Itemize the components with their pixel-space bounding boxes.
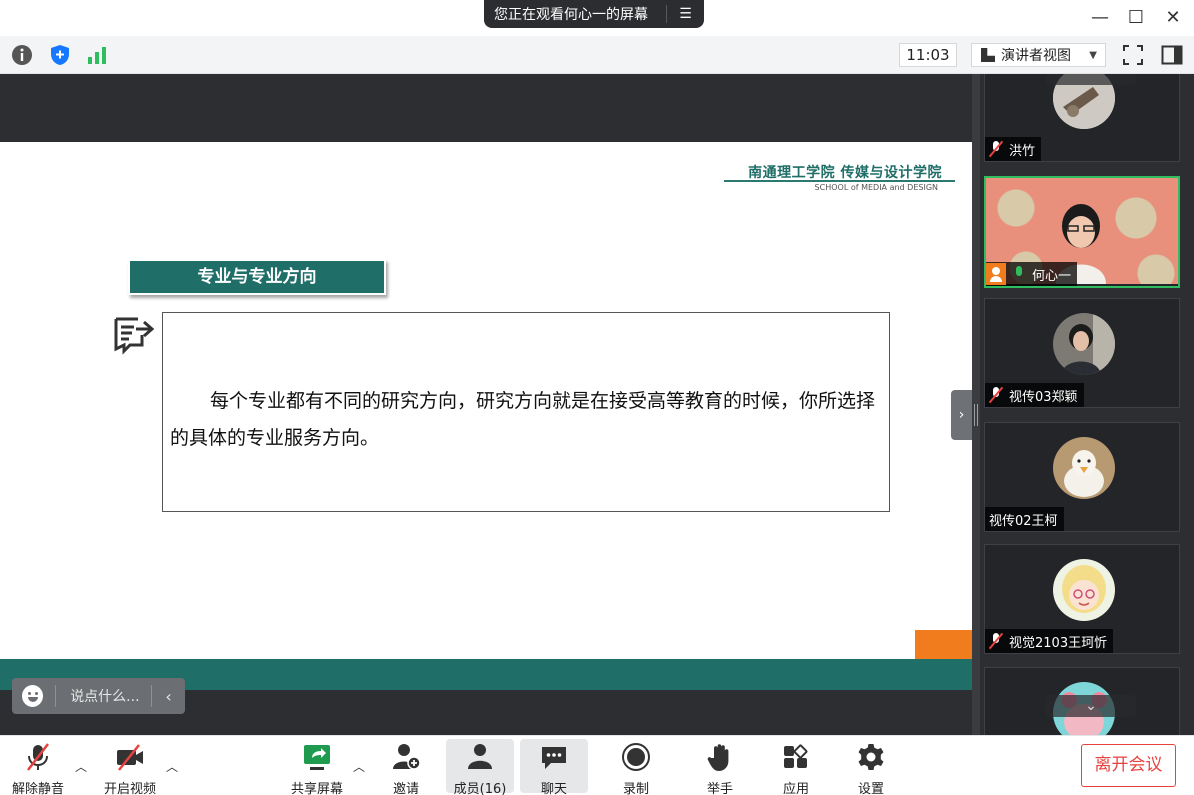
members-button[interactable]: 成员(16) <box>446 739 514 795</box>
gear-icon <box>858 744 884 770</box>
participant-name: 何心一 <box>1032 268 1072 284</box>
participant-tile-active[interactable]: 何心一 <box>984 176 1180 288</box>
share-screen-label: 共享屏幕 <box>290 782 343 795</box>
record-label: 录制 <box>622 782 649 795</box>
scroll-down-button[interactable]: ⌄ <box>1046 695 1136 717</box>
scroll-up-button[interactable]: ⌃ <box>1046 74 1136 85</box>
participant-name: 视觉2103王珂忻 <box>1009 635 1108 651</box>
avatar <box>1053 559 1115 621</box>
settings-label: 设置 <box>857 782 884 795</box>
raise-hand-label: 举手 <box>706 782 733 795</box>
school-english-name: SCHOOL of MEDIA and DESIGN <box>814 183 938 192</box>
start-video-button[interactable]: 开启视频 <box>98 736 162 795</box>
shared-screen-area: 南通理工学院 传媒与设计学院 SCHOOL of MEDIA and DESIG… <box>0 74 972 735</box>
chat-placeholder[interactable]: 说点什么... <box>70 686 151 706</box>
slide-heading: 专业与专业方向 <box>128 259 386 295</box>
video-options-caret-icon[interactable]: ︿ <box>166 758 178 775</box>
unmute-button[interactable]: 解除静音 <box>6 736 70 795</box>
share-screen-icon <box>304 745 330 770</box>
meeting-toolbar: 解除静音 ︿ 开启视频 ︿ 共享屏幕 ︿ 邀请 成员(16) 聊天 录制 举手 … <box>0 735 1194 795</box>
sidebar-toggle-icon[interactable] <box>1160 43 1184 67</box>
participant-name-tag: 洪竹 <box>985 137 1042 161</box>
chat-button[interactable]: 聊天 <box>520 739 588 795</box>
avatar <box>1053 437 1115 499</box>
maximize-button[interactable]: ☐ <box>1123 6 1149 30</box>
participant-tile[interactable]: ⌃ 洪竹 <box>984 74 1180 162</box>
school-underline <box>724 180 955 182</box>
avatar <box>1053 313 1115 375</box>
school-name: 南通理工学院 传媒与设计学院 <box>748 165 942 181</box>
slide-text-box: 每个专业都有不同的研究方向，研究方向就是在接受高等教育的时候，你所选择的具体的专… <box>162 312 890 512</box>
participant-name: 视传02王柯 <box>989 513 1058 529</box>
start-video-label: 开启视频 <box>103 782 156 795</box>
view-mode-select[interactable]: 演讲者视图 ▼ <box>971 43 1106 67</box>
notes-arrow-icon <box>114 317 155 355</box>
chevron-left-icon[interactable]: ‹ <box>152 687 185 706</box>
close-button[interactable]: ✕ <box>1160 6 1186 30</box>
chat-divider <box>55 685 57 707</box>
meeting-info-bar: 11:03 演讲者视图 ▼ <box>0 36 1194 74</box>
participant-name: 视传03郑颖 <box>1009 389 1078 405</box>
members-label: 成员(16) <box>453 782 507 795</box>
chat-label: 聊天 <box>540 782 567 795</box>
leave-meeting-button[interactable]: 离开会议 <box>1081 744 1176 787</box>
presentation-slide: 南通理工学院 传媒与设计学院 SCHOOL of MEDIA and DESIG… <box>0 142 972 690</box>
mic-muted-icon <box>27 743 49 771</box>
apps-grid-icon <box>784 744 808 768</box>
participant-gallery: ⌃ 洪竹 何心一 视传03郑颖 视传02王柯 视觉2103王珂忻 ⌄ <box>980 74 1194 735</box>
minimize-button[interactable]: — <box>1087 6 1113 30</box>
share-options-caret-icon[interactable]: ︿ <box>353 758 365 775</box>
speaker-view-icon <box>981 48 995 62</box>
invite-label: 邀请 <box>392 782 419 795</box>
participant-name-tag: 视传02王柯 <box>985 507 1064 531</box>
share-screen-button[interactable]: 共享屏幕 <box>286 736 348 795</box>
add-user-icon <box>393 744 421 770</box>
info-icon[interactable] <box>10 43 34 67</box>
security-shield-icon[interactable] <box>48 43 72 67</box>
participant-tile[interactable]: 视传02王柯 <box>984 422 1180 532</box>
network-signal-icon[interactable] <box>85 43 109 67</box>
unmute-label: 解除静音 <box>11 782 64 795</box>
raise-hand-button[interactable]: 举手 <box>696 736 744 795</box>
apps-button[interactable]: 应用 <box>772 736 820 795</box>
resize-grip-icon[interactable] <box>974 404 978 426</box>
settings-button[interactable]: 设置 <box>847 736 895 795</box>
quick-chat-input[interactable]: 说点什么... ‹ <box>12 678 185 714</box>
title-bar: 您正在观看何心一的屏幕 ☰ — ☐ ✕ <box>0 0 1194 36</box>
fullscreen-icon[interactable] <box>1121 43 1145 67</box>
raise-hand-icon <box>707 744 729 771</box>
share-banner[interactable]: 您正在观看何心一的屏幕 ☰ <box>484 0 704 28</box>
chat-bubble-icon <box>542 747 566 769</box>
participant-tile[interactable]: 视传03郑颖 <box>984 298 1180 408</box>
participant-name-tag: 何心一 <box>986 262 1078 286</box>
participant-tile[interactable]: 视觉2103王珂忻 <box>984 544 1180 654</box>
audio-options-caret-icon[interactable]: ︿ <box>75 758 87 775</box>
video-off-icon <box>117 744 143 771</box>
record-button[interactable]: 录制 <box>612 736 660 795</box>
participant-name-tag: 视传03郑颖 <box>985 383 1084 407</box>
chevron-down-icon: ▼ <box>1089 49 1097 61</box>
host-icon <box>986 263 1006 285</box>
view-mode-label: 演讲者视图 <box>1001 48 1071 64</box>
meeting-clock: 11:03 <box>899 43 957 67</box>
invite-button[interactable]: 邀请 <box>382 736 430 795</box>
members-icon <box>468 744 492 769</box>
emoji-icon[interactable] <box>22 685 44 707</box>
mic-muted-icon <box>988 386 1004 404</box>
apps-label: 应用 <box>782 782 809 795</box>
participant-name: 洪竹 <box>1009 143 1036 159</box>
participant-name-tag: 视觉2103王珂忻 <box>985 629 1114 653</box>
mic-muted-icon <box>988 140 1004 158</box>
share-banner-text: 您正在观看何心一的屏幕 <box>494 7 648 23</box>
mic-on-icon <box>1012 266 1026 282</box>
mic-muted-icon <box>988 632 1004 650</box>
menu-lines-icon[interactable]: ☰ <box>667 6 704 22</box>
record-icon <box>622 743 650 771</box>
gallery-collapse-handle[interactable]: › <box>951 390 972 440</box>
participant-tile[interactable]: ⌄ <box>984 667 1180 735</box>
